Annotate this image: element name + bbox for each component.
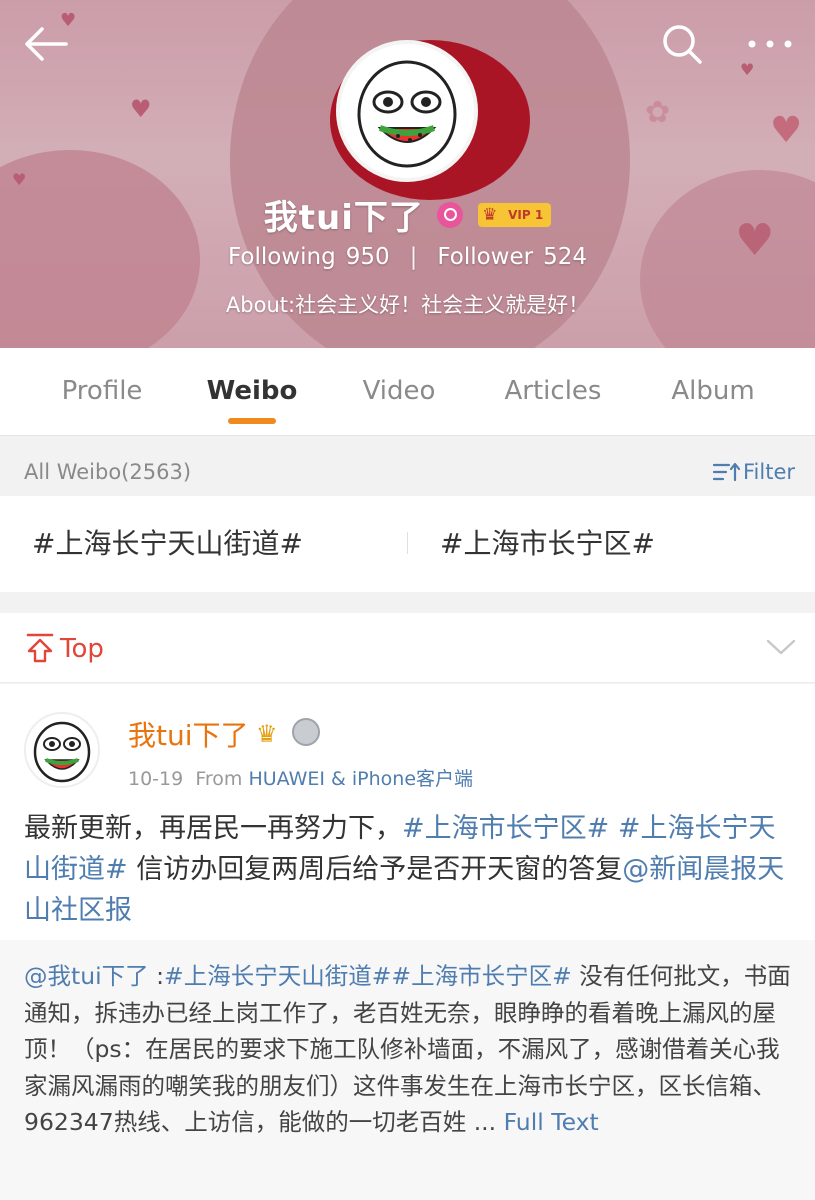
tab-profile[interactable]: Profile	[40, 348, 164, 436]
topic-divider	[407, 532, 408, 554]
vip-badge[interactable]: ♛ VIP 1	[478, 202, 552, 227]
post-from-label: From	[195, 768, 243, 790]
post-text: 最新更新，再居民一再努力下，	[24, 813, 402, 844]
profile-name: 我tui下了	[263, 198, 424, 238]
tab-album[interactable]: Album	[650, 348, 776, 436]
following-label: Following	[227, 244, 336, 270]
follower-count: 524	[543, 244, 588, 270]
weibo-post[interactable]: 我tui下了 ♛ 10-19 From HUAWEI & iPhone客户端 最…	[0, 684, 815, 1200]
following-link[interactable]: Following 950	[228, 244, 390, 270]
vip-label: VIP 1	[508, 207, 544, 222]
follow-stats: Following 950 | Follower 524	[0, 244, 815, 270]
tab-video[interactable]: Video	[340, 348, 458, 436]
repost-ellipsis: ...	[466, 1108, 504, 1136]
mention-link[interactable]: @我tui下了	[24, 962, 149, 990]
avatar-face-icon	[33, 721, 91, 783]
pin-top-icon	[26, 633, 54, 663]
hashtag-link[interactable]: #上海市长宁区#	[402, 813, 609, 844]
pinned-section-header[interactable]: Top	[0, 613, 815, 683]
crown-icon: ♛	[482, 204, 498, 225]
crown-icon[interactable]: ♛	[256, 720, 278, 748]
avatar-face-icon	[357, 60, 457, 168]
post-source[interactable]: HUAWEI & iPhone客户端	[248, 768, 473, 790]
post-author-avatar[interactable]	[24, 712, 100, 788]
post-meta: 10-19 From HUAWEI & iPhone客户端	[128, 764, 473, 791]
topic-row: #上海长宁天山街道# #上海市长宁区#	[0, 496, 815, 592]
reposted-weibo[interactable]: @我tui下了 :#上海长宁天山街道##上海市长宁区# 没有任何批文，书面通知，…	[0, 940, 815, 1200]
post-text: 信访办回复两周后给予是否开天窗的答复	[127, 854, 623, 885]
follower-label: Follower	[437, 244, 534, 270]
more-button[interactable]	[744, 22, 796, 66]
repost-content: @我tui下了 :#上海长宁天山街道##上海市长宁区# 没有任何批文，书面通知，…	[24, 958, 794, 1141]
profile-about: About:社会主义好！社会主义就是好！	[225, 293, 590, 317]
following-count: 950	[345, 244, 390, 270]
active-tab-indicator	[228, 418, 276, 424]
post-author-name[interactable]: 我tui下了	[128, 714, 249, 754]
topic-link[interactable]: #上海市长宁区#	[440, 496, 655, 592]
profile-header: ♥ ♥ ♥ ♥ ✿ ♥ ♥ 我tui下了 ♛ VIP 1 Following 9…	[0, 0, 815, 348]
post-content: 最新更新，再居民一再努力下，#上海市长宁区# #上海长宁天山街道# 信访办回复两…	[24, 808, 790, 931]
tab-articles[interactable]: Articles	[488, 348, 618, 436]
full-text-link[interactable]: Full Text	[504, 1108, 599, 1136]
repost-text: :	[148, 962, 165, 990]
profile-tabs: Profile Weibo Video Articles Album	[0, 348, 815, 436]
chevron-down-icon[interactable]	[766, 637, 796, 657]
filter-label: Filter	[742, 460, 795, 484]
profile-avatar[interactable]	[336, 40, 478, 182]
medal-icon[interactable]	[292, 718, 320, 746]
search-button[interactable]	[660, 22, 704, 66]
feed-filter-bar: All Weibo(2563) Filter	[0, 436, 815, 496]
hashtag-link[interactable]: #上海长宁天山街道##上海市长宁区#	[164, 962, 572, 990]
topic-link[interactable]: #上海长宁天山街道#	[32, 496, 303, 592]
search-icon	[663, 25, 702, 64]
search-badge-icon[interactable]	[437, 201, 464, 228]
profile-name-row: 我tui下了 ♛ VIP 1	[0, 190, 815, 238]
more-icon	[748, 40, 792, 48]
back-arrow-icon	[25, 27, 68, 61]
follower-link[interactable]: Follower 524	[437, 244, 587, 270]
back-button[interactable]	[22, 22, 70, 66]
stats-separator: |	[409, 244, 418, 270]
pinned-label: Top	[60, 634, 104, 664]
post-date: 10-19	[128, 768, 184, 790]
filter-icon	[712, 462, 741, 482]
